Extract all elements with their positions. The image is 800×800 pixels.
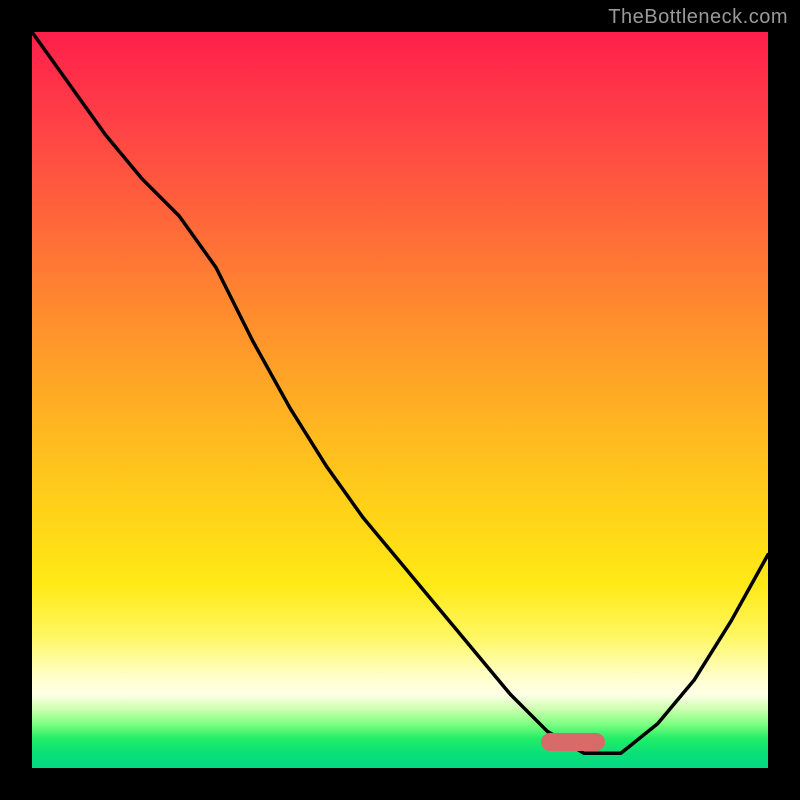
watermark-text: TheBottleneck.com <box>608 6 788 29</box>
optimal-marker <box>541 733 605 751</box>
bottleneck-curve <box>32 32 768 768</box>
plot-area <box>32 32 768 768</box>
chart-frame: TheBottleneck.com <box>0 0 800 800</box>
